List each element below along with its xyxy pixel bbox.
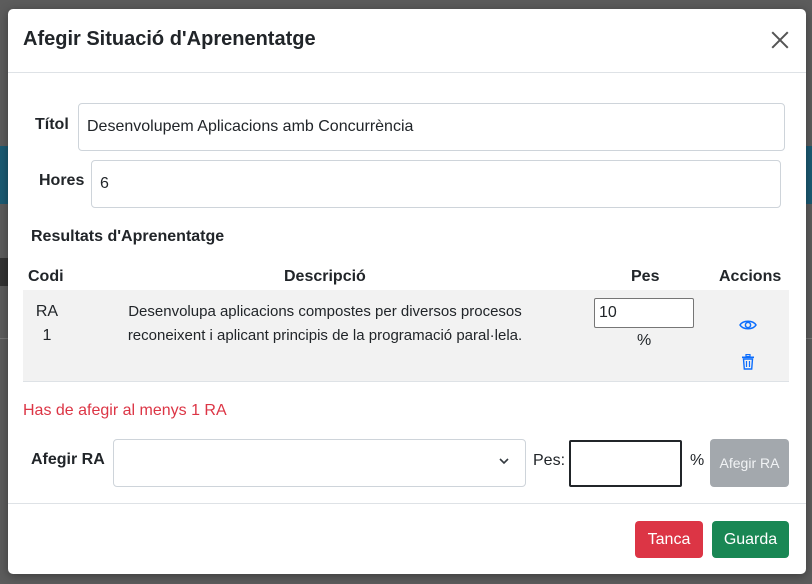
new-pes-input[interactable] xyxy=(569,440,682,487)
hores-input[interactable] xyxy=(91,160,781,208)
ra-description: Desenvolupa aplicacions compostes per di… xyxy=(127,303,523,344)
hores-label: Hores xyxy=(39,172,85,189)
validation-error: Has de afegir al menys 1 RA xyxy=(23,402,227,419)
new-pes-unit: % xyxy=(690,452,705,469)
ra-pes-unit: % xyxy=(637,332,652,349)
trash-icon[interactable] xyxy=(741,354,755,370)
ra-select[interactable] xyxy=(113,439,526,487)
ra-code: RA 1 xyxy=(32,300,62,348)
column-header-descripcio: Descripció xyxy=(284,268,366,285)
column-header-pes: Pes xyxy=(631,268,660,285)
add-ra-button[interactable]: Afegir RA xyxy=(710,439,789,487)
column-header-accions: Accions xyxy=(719,268,782,285)
ra-code-line2: 1 xyxy=(42,327,52,344)
modal-dialog: Afegir Situació d'Aprenentatge Títol Hor… xyxy=(8,9,806,574)
chevron-down-icon xyxy=(499,458,509,465)
modal-title: Afegir Situació d'Aprenentatge xyxy=(23,28,316,50)
ra-pes-input[interactable] xyxy=(594,298,694,328)
column-header-codi: Codi xyxy=(28,268,64,285)
table-row: RA 1 Desenvolupa aplicacions compostes p… xyxy=(23,290,789,382)
footer-divider xyxy=(8,503,806,504)
titol-input[interactable] xyxy=(78,103,785,151)
resultats-section-title: Resultats d'Aprenentatge xyxy=(31,228,225,245)
afegir-ra-label: Afegir RA xyxy=(31,451,105,468)
ra-code-line1: RA xyxy=(35,303,59,320)
new-pes-label: Pes: xyxy=(533,452,566,469)
modal-header: Afegir Situació d'Aprenentatge xyxy=(8,9,806,73)
close-icon[interactable] xyxy=(768,28,792,52)
titol-label: Títol xyxy=(35,116,69,133)
eye-icon[interactable] xyxy=(739,318,757,332)
tanca-button[interactable]: Tanca xyxy=(635,521,703,558)
guarda-button[interactable]: Guarda xyxy=(712,521,789,558)
